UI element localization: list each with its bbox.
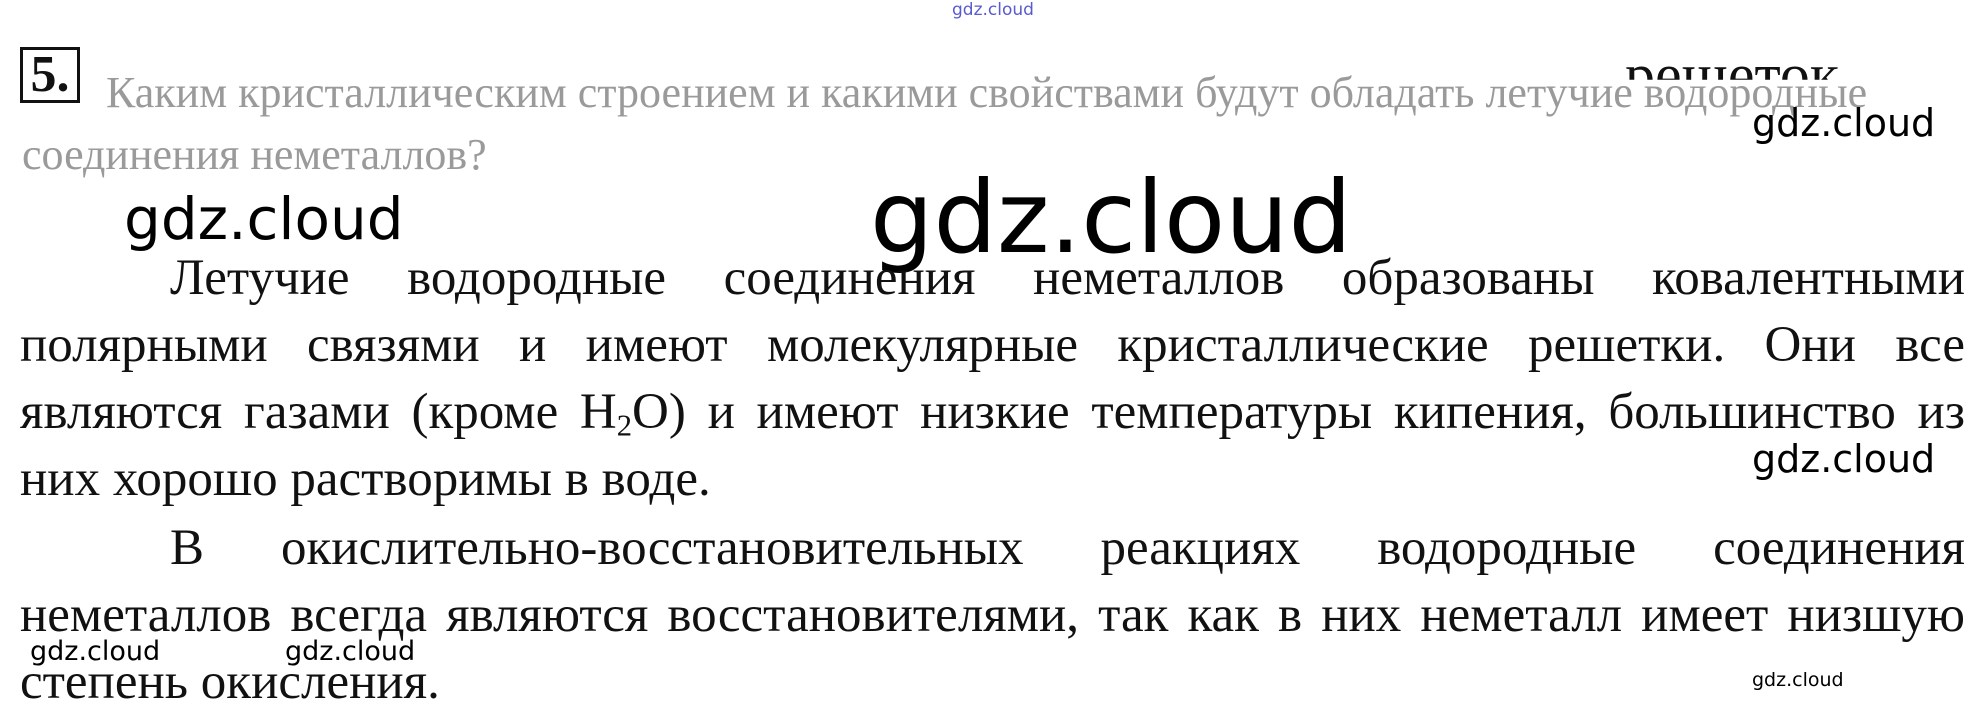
watermark-bottom-right: gdz.cloud <box>1752 669 1844 691</box>
answer-paragraph-2: В окислительно-восстановительных реакция… <box>20 520 1965 710</box>
watermark-top: gdz.cloud <box>952 0 1034 20</box>
subscript-2: 2 <box>616 408 633 443</box>
watermark-right-mid: gdz.cloud <box>1752 437 1936 481</box>
watermark-right-top: gdz.cloud <box>1752 101 1936 145</box>
answer-paragraph-1: Летучие водородные соединения неметаллов… <box>20 245 1965 513</box>
watermark-bottom-left-2: gdz.cloud <box>285 636 416 667</box>
watermark-left: gdz.cloud <box>124 185 404 253</box>
watermark-bottom-left-1: gdz.cloud <box>30 636 161 667</box>
